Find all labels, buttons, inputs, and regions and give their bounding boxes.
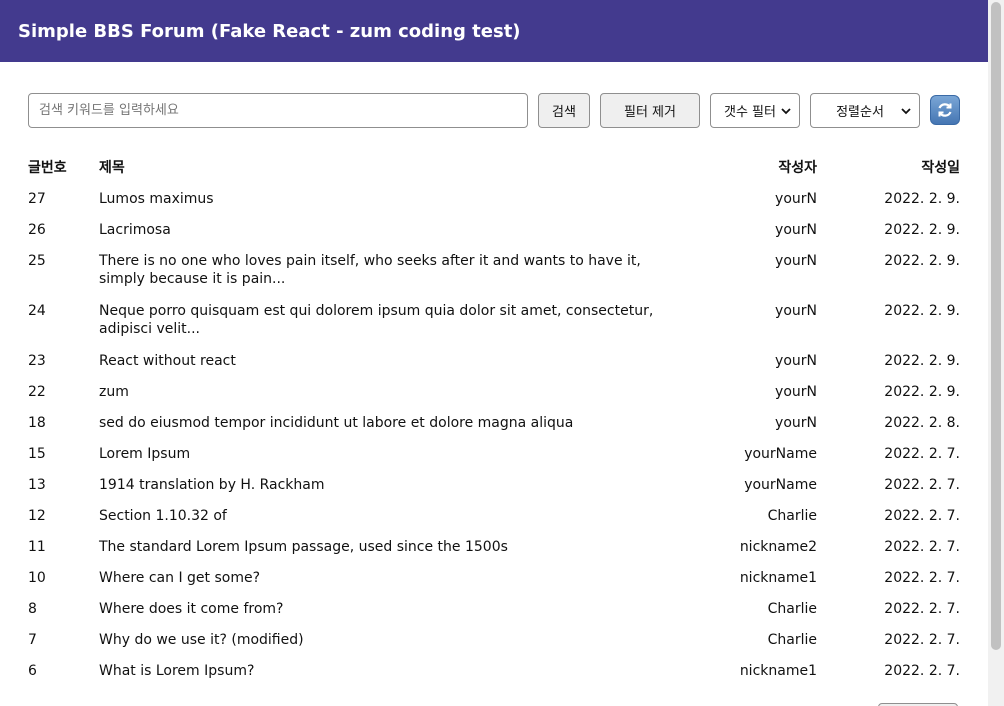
- column-header-author: 작성자: [778, 160, 817, 176]
- post-title[interactable]: Lacrimosa: [99, 221, 689, 239]
- post-date: 2022. 2. 7.: [884, 663, 960, 679]
- post-author: nickname1: [739, 663, 817, 679]
- post-author: yourN: [775, 303, 817, 319]
- count-filter-select[interactable]: 갯수 필터: [710, 93, 800, 128]
- post-title[interactable]: zum: [99, 383, 689, 401]
- post-id: 7: [28, 632, 37, 648]
- post-title[interactable]: What is Lorem Ipsum?: [99, 662, 689, 680]
- table-row[interactable]: 7 Why do we use it? (modified) Charlie 2022…: [28, 624, 960, 655]
- table-row[interactable]: 24 Neque porro quisquam est qui dolorem i…: [28, 295, 960, 345]
- post-title[interactable]: The standard Lorem Ipsum passage, used s…: [99, 538, 689, 556]
- table-row[interactable]: 8 Where does it come from? Charlie 2022. 2.…: [28, 593, 960, 624]
- post-date: 2022. 2. 7.: [884, 446, 960, 462]
- table-row[interactable]: 25 There is no one who loves pain itself,…: [28, 245, 960, 295]
- table-row[interactable]: 26 Lacrimosa yourN 2022. 2. 9.: [28, 214, 960, 245]
- post-date: 2022. 2. 8.: [884, 415, 960, 431]
- post-author: yourN: [775, 384, 817, 400]
- post-date: 2022. 2. 9.: [884, 222, 960, 238]
- search-button[interactable]: 검색: [538, 93, 590, 128]
- post-author: nickname2: [739, 539, 817, 555]
- post-id: 27: [28, 191, 46, 207]
- post-id: 18: [28, 415, 46, 431]
- post-author: yourN: [775, 191, 817, 207]
- count-filter-label: 갯수 필터: [724, 105, 776, 120]
- table-header: 글번호 제목 작성자 작성일: [28, 152, 960, 183]
- post-title[interactable]: 1914 translation by H. Rackham: [99, 476, 689, 494]
- table-row[interactable]: 22 zum yourN 2022. 2. 9.: [28, 376, 960, 407]
- post-title[interactable]: Where can I get some?: [99, 569, 689, 587]
- post-title[interactable]: There is no one who loves pain itself, w…: [99, 252, 689, 288]
- post-title[interactable]: React without react: [99, 352, 689, 370]
- post-title[interactable]: Section 1.10.32 of: [99, 507, 689, 525]
- post-date: 2022. 2. 7.: [884, 632, 960, 648]
- post-date: 2022. 2. 7.: [884, 570, 960, 586]
- table-row[interactable]: 27 Lumos maximus yourN 2022. 2. 9.: [28, 183, 960, 214]
- column-header-id: 글번호: [28, 160, 67, 176]
- column-header-title: 제목: [99, 160, 125, 176]
- sort-order-select[interactable]: 정렬순서: [810, 93, 920, 128]
- post-author: yourName: [744, 477, 817, 493]
- table-row[interactable]: 15 Lorem Ipsum yourName 2022. 2. 7.: [28, 438, 960, 469]
- table-row[interactable]: 10 Where can I get some? nickname1 2022. 2.…: [28, 562, 960, 593]
- post-date: 2022. 2. 9.: [884, 384, 960, 400]
- refresh-button[interactable]: [930, 95, 960, 125]
- post-id: 24: [28, 303, 46, 319]
- post-date: 2022. 2. 7.: [884, 508, 960, 524]
- chevron-down-icon: [781, 107, 791, 114]
- table-row[interactable]: 11 The standard Lorem Ipsum passage, used…: [28, 531, 960, 562]
- post-date: 2022. 2. 9.: [884, 303, 960, 319]
- post-date: 2022. 2. 7.: [884, 601, 960, 617]
- post-author: Charlie: [767, 632, 817, 648]
- post-date: 2022. 2. 9.: [884, 353, 960, 369]
- post-id: 23: [28, 353, 46, 369]
- post-author: nickname1: [739, 570, 817, 586]
- post-id: 13: [28, 477, 46, 493]
- post-author: yourN: [775, 222, 817, 238]
- post-id: 15: [28, 446, 46, 462]
- clear-filter-button[interactable]: 필터 제거: [600, 93, 700, 128]
- post-author: yourName: [744, 446, 817, 462]
- table-row[interactable]: 23 React without react yourN 2022. 2. 9.: [28, 345, 960, 376]
- post-author: yourN: [775, 353, 817, 369]
- sort-order-label: 정렬순서: [836, 105, 884, 120]
- post-id: 25: [28, 253, 46, 269]
- table-row[interactable]: 18 sed do eiusmod tempor incididunt ut la…: [28, 407, 960, 438]
- post-author: yourN: [775, 253, 817, 269]
- post-title[interactable]: Where does it come from?: [99, 600, 689, 618]
- post-title[interactable]: Lorem Ipsum: [99, 445, 689, 463]
- column-header-date: 작성일: [921, 160, 960, 176]
- post-id: 6: [28, 663, 37, 679]
- post-title[interactable]: sed do eiusmod tempor incididunt ut labo…: [99, 414, 689, 432]
- scrollbar-thumb[interactable]: [991, 2, 1001, 650]
- post-id: 11: [28, 539, 46, 555]
- post-title[interactable]: Lumos maximus: [99, 190, 689, 208]
- post-id: 22: [28, 384, 46, 400]
- post-date: 2022. 2. 7.: [884, 477, 960, 493]
- post-title[interactable]: Why do we use it? (modified): [99, 631, 689, 649]
- table-row[interactable]: 6 What is Lorem Ipsum? nickname1 2022. 2. 7…: [28, 655, 960, 686]
- post-table: 글번호 제목 작성자 작성일 27 Lumos maximus yourN 2022.…: [28, 152, 960, 686]
- post-author: yourN: [775, 415, 817, 431]
- post-author: Charlie: [767, 508, 817, 524]
- table-row[interactable]: 13 1914 translation by H. Rackham yourName…: [28, 469, 960, 500]
- table-row[interactable]: 12 Section 1.10.32 of Charlie 2022. 2. 7.: [28, 500, 960, 531]
- post-date: 2022. 2. 9.: [884, 253, 960, 269]
- app-header: Simple BBS Forum (Fake React - zum codin…: [0, 0, 988, 62]
- refresh-icon: [938, 103, 952, 117]
- post-id: 12: [28, 508, 46, 524]
- post-author: Charlie: [767, 601, 817, 617]
- post-id: 26: [28, 222, 46, 238]
- chevron-down-icon: [901, 107, 911, 114]
- search-input[interactable]: [28, 93, 528, 128]
- post-id: 10: [28, 570, 46, 586]
- page-title: Simple BBS Forum (Fake React - zum codin…: [18, 20, 521, 42]
- post-date: 2022. 2. 9.: [884, 191, 960, 207]
- post-date: 2022. 2. 7.: [884, 539, 960, 555]
- post-id: 8: [28, 601, 37, 617]
- post-title[interactable]: Neque porro quisquam est qui dolorem ips…: [99, 302, 689, 338]
